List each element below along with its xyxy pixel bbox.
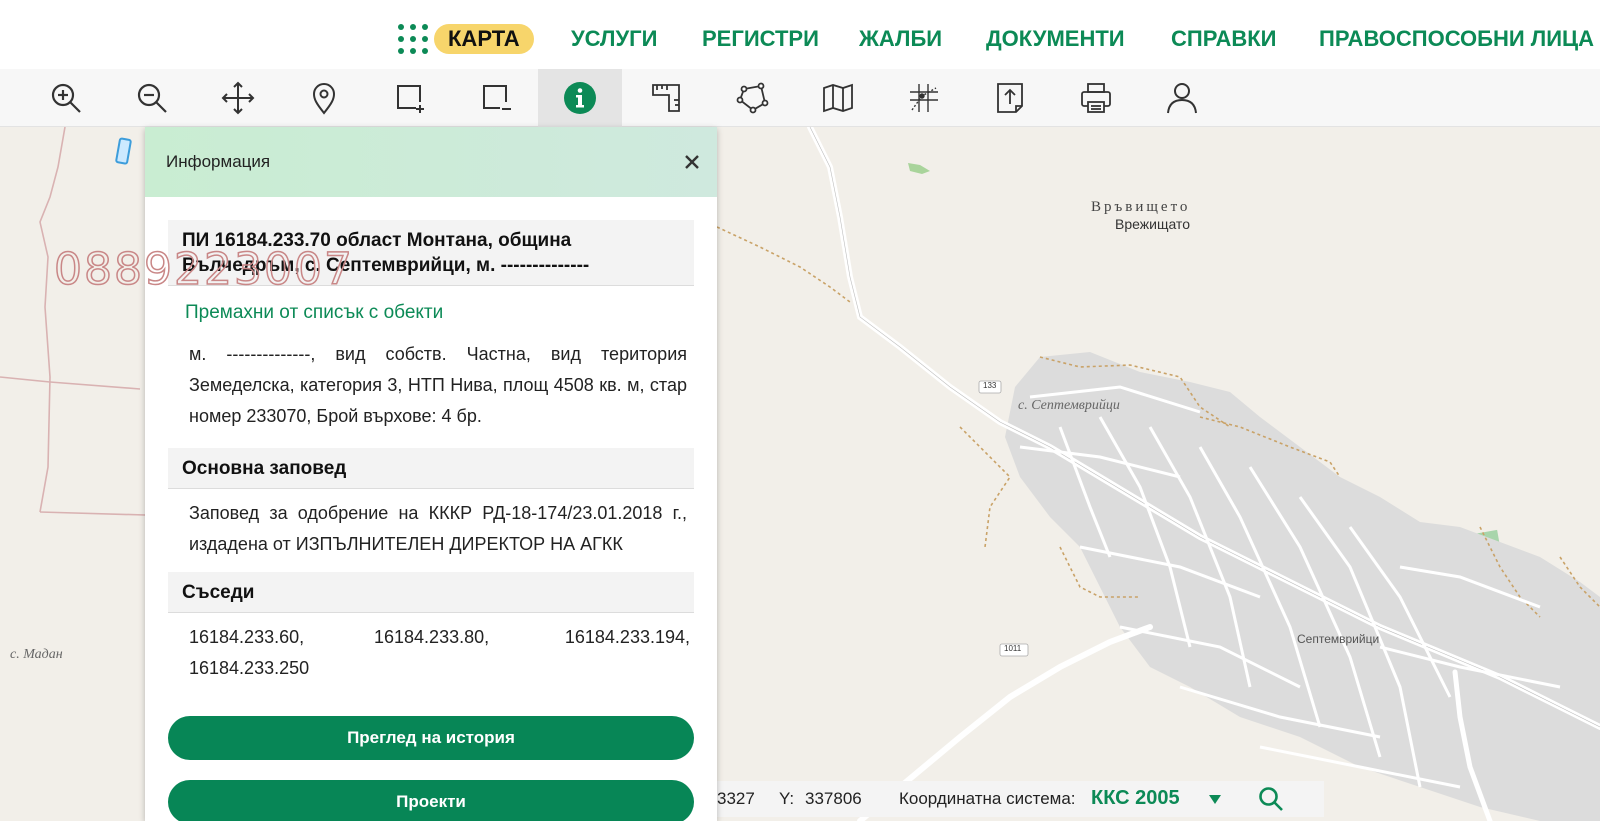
apps-menu-icon[interactable] bbox=[398, 24, 428, 54]
location-tool[interactable] bbox=[282, 69, 366, 127]
nav-item-pravosposobni-litsa[interactable]: ПРАВОСПОСОБНИ ЛИЦА bbox=[1319, 24, 1594, 54]
upload-document-icon bbox=[997, 83, 1023, 113]
nav-item-uslugi[interactable]: УСЛУГИ bbox=[571, 24, 657, 54]
map-toolbar bbox=[0, 69, 1600, 127]
coordinates-bar: 3327 Y: 337806 Координатна система: ККС … bbox=[717, 781, 1324, 817]
print-tool[interactable] bbox=[1054, 69, 1138, 127]
info-tool[interactable] bbox=[538, 69, 622, 127]
history-button[interactable]: Преглед на история bbox=[168, 716, 694, 760]
location-pin-icon bbox=[312, 83, 336, 115]
polygon-tool[interactable] bbox=[710, 69, 794, 127]
gps-grid-icon bbox=[910, 84, 938, 112]
info-panel-header: Информация bbox=[145, 127, 717, 197]
nav-item-spravki[interactable]: СПРАВКИ bbox=[1171, 24, 1276, 54]
user-tool[interactable] bbox=[1140, 69, 1224, 127]
pan-icon bbox=[221, 81, 255, 115]
top-navigation: КАРТА УСЛУГИ РЕГИСТРИ ЖАЛБИ ДОКУМЕНТИ СП… bbox=[0, 0, 1600, 69]
map-label-septemvriytsi-village: с. Септемврийци bbox=[1018, 398, 1120, 413]
order-section-title: Основна заповед bbox=[168, 448, 694, 489]
map-label-vravishteto: Връвището bbox=[1091, 199, 1191, 215]
nav-item-zhalbi[interactable]: ЖАЛБИ bbox=[859, 24, 942, 54]
zoom-in-tool[interactable] bbox=[24, 69, 108, 127]
map-label-vrezhishtato: Врежищато bbox=[1115, 216, 1190, 232]
polygon-icon bbox=[736, 82, 769, 114]
map-layers-tool[interactable] bbox=[796, 69, 880, 127]
nav-item-dokumenti[interactable]: ДОКУМЕНТИ bbox=[986, 24, 1125, 54]
pan-tool[interactable] bbox=[196, 69, 280, 127]
add-area-icon bbox=[397, 85, 424, 113]
crs-select[interactable]: ККС 2005 bbox=[1091, 787, 1180, 810]
zoom-out-icon bbox=[137, 83, 167, 113]
user-icon bbox=[1167, 83, 1197, 114]
upload-document-tool[interactable] bbox=[968, 69, 1052, 127]
info-panel-title: Информация bbox=[166, 152, 271, 171]
neighbor-item: 16184.233.250 bbox=[189, 658, 310, 678]
chevron-down-icon[interactable] bbox=[1209, 795, 1221, 804]
measure-icon bbox=[652, 84, 680, 112]
neighbor-item: 16184.233.60, bbox=[189, 627, 305, 647]
y-coordinate-label: Y: bbox=[779, 789, 795, 808]
order-text: Заповед за одобрение на КККР РД-18-174/2… bbox=[189, 503, 687, 554]
neighbors-list: 16184.233.60, 16184.233.80, 16184.233.19… bbox=[189, 622, 690, 684]
measure-tool[interactable] bbox=[624, 69, 708, 127]
map-icon bbox=[823, 83, 853, 113]
neighbor-item: 16184.233.194, bbox=[564, 627, 690, 647]
map-label-septemvriytsi: Септемврийци bbox=[1297, 632, 1380, 646]
info-icon bbox=[564, 82, 596, 114]
search-icon[interactable] bbox=[1257, 785, 1285, 813]
neighbor-item: 16184.233.80, bbox=[374, 627, 490, 647]
info-panel: Информация ПИ 16184.233.70 област Монтан… bbox=[145, 127, 717, 821]
add-area-tool[interactable] bbox=[368, 69, 452, 127]
nav-item-karta[interactable]: КАРТА bbox=[434, 24, 534, 54]
map-label-madan: с. Мадан bbox=[10, 647, 63, 662]
gps-grid-tool[interactable] bbox=[882, 69, 966, 127]
map-label-road-1011: 1011 bbox=[1004, 644, 1022, 653]
x-coordinate-value: 3327 bbox=[717, 789, 755, 808]
remove-area-icon bbox=[483, 85, 511, 110]
nav-item-registri[interactable]: РЕГИСТРИ bbox=[702, 24, 819, 54]
zoom-in-icon bbox=[51, 83, 81, 113]
neighbors-section-title: Съседи bbox=[168, 572, 694, 613]
crs-label: Координатна система: bbox=[899, 789, 1076, 808]
remove-from-list-link[interactable]: Премахни от списък с обекти bbox=[185, 302, 717, 324]
print-icon bbox=[1081, 83, 1111, 113]
close-icon[interactable] bbox=[679, 149, 705, 175]
projects-button[interactable]: Проекти bbox=[168, 780, 694, 821]
object-description: м. --------------, вид собств. Частна, в… bbox=[189, 344, 687, 426]
map-label-road-133: 133 bbox=[983, 381, 997, 390]
remove-area-tool[interactable] bbox=[454, 69, 538, 127]
phone-watermark: 0889223007 bbox=[53, 243, 354, 296]
zoom-out-tool[interactable] bbox=[110, 69, 194, 127]
y-coordinate-value: 337806 bbox=[805, 789, 862, 808]
